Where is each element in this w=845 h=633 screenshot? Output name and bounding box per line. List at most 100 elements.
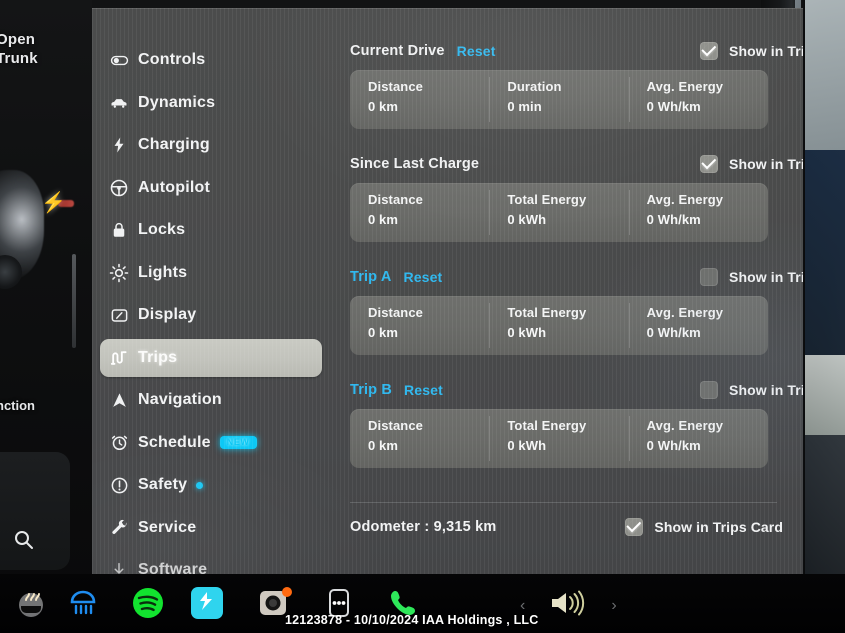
show-in-trips-card-toggle[interactable]: Show in Trips Card: [700, 155, 803, 173]
navigation-arrow-icon: [100, 391, 138, 410]
section-title[interactable]: Trip A: [350, 269, 391, 285]
reset-button[interactable]: Reset: [403, 269, 442, 285]
download-arrow-icon: [100, 561, 138, 574]
stat-label: Distance: [368, 305, 423, 320]
bolt-icon: [100, 136, 138, 154]
display-icon: [100, 306, 138, 325]
show-in-trips-card-toggle[interactable]: Show in Trips Card: [700, 268, 803, 286]
car-icon: [100, 93, 138, 113]
stat-cell: Avg. Energy 0 Wh/km: [628, 296, 768, 355]
trips-icon: [100, 348, 138, 368]
stat-label: Distance: [368, 418, 423, 433]
odometer-show-in-trips-card-toggle[interactable]: Show in Trips Card: [625, 518, 783, 536]
show-in-trips-card-toggle[interactable]: Show in Trips Card: [700, 381, 803, 399]
stat-cell: Distance 0 km: [350, 296, 489, 355]
charge-bolt-icon: ⚡: [41, 192, 66, 214]
section-title[interactable]: Trip B: [350, 382, 392, 398]
stat-cell: Avg. Energy 0 Wh/km: [628, 70, 768, 129]
odometer-divider: [350, 502, 777, 503]
stat-label: Avg. Energy: [646, 192, 724, 207]
reset-button[interactable]: Reset: [457, 43, 496, 59]
checkbox-since-last-charge[interactable]: [700, 155, 718, 173]
sidebar-item-label: Service: [138, 518, 197, 536]
lock-icon: [100, 221, 138, 239]
stat-value: 0 kWh: [507, 438, 547, 453]
sidebar-item-autopilot[interactable]: Autopilot: [100, 169, 322, 207]
stat-label: Distance: [368, 79, 423, 94]
steering-wheel-icon: [100, 178, 138, 198]
checkbox-odometer[interactable]: [625, 518, 644, 536]
settings-sidebar[interactable]: Controls Dynamics Charging Autopilot Locks Li…: [92, 8, 332, 574]
sidebar-item-label: Dynamics: [138, 93, 216, 111]
checkbox-label: Show in Trips Card: [729, 43, 803, 59]
checkbox-label-odometer: Show in Trips Card: [654, 519, 783, 535]
stat-cell: Distance 0 km: [350, 409, 489, 468]
sun-brightness-icon: [100, 263, 138, 283]
sidebar-item-dynamics[interactable]: Dynamics: [100, 84, 322, 122]
stat-value: 0 km: [368, 438, 399, 453]
show-in-trips-card-toggle[interactable]: Show in Trips Card: [700, 42, 803, 60]
chevron-left-icon[interactable]: ‹: [520, 597, 525, 615]
left-scrollbar[interactable]: [72, 254, 76, 348]
media-app-icon[interactable]: [190, 586, 224, 620]
stat-value: 0 km: [368, 325, 399, 340]
stat-value: 0 km: [368, 212, 399, 227]
auction-watermark: 12123878 - 10/10/2024 IAA Holdings , LLC: [285, 613, 539, 627]
sidebar-item-service[interactable]: Service: [100, 509, 322, 547]
alarm-clock-icon: [100, 433, 138, 452]
stat-cell: Total Energy 0 kWh: [489, 183, 628, 242]
sidebar-item-label: Lights: [138, 263, 188, 281]
search-tile[interactable]: [0, 452, 70, 570]
sidebar-item-label: Safety: [138, 476, 188, 493]
trips-content: Current Drive Reset Distance 0 km Duration 0 …: [342, 8, 803, 574]
sidebar-item-controls[interactable]: Controls: [100, 41, 322, 79]
sidebar-item-label: Charging: [138, 136, 210, 153]
sidebar-item-label: Navigation: [138, 391, 222, 408]
stats-card: Distance 0 km Total Energy 0 kWh Avg. Energy…: [350, 409, 768, 468]
stat-label: Avg. Energy: [646, 305, 724, 320]
checkbox-label: Show in Trips Card: [729, 382, 803, 398]
stat-label: Total Energy: [507, 192, 587, 207]
stat-value: 0 Wh/km: [646, 212, 701, 227]
sidebar-item-label: Locks: [138, 221, 186, 238]
checkbox-trip-a[interactable]: [700, 268, 718, 286]
checkbox-trip-b[interactable]: [700, 381, 718, 399]
stat-value: 0 km: [368, 99, 399, 114]
function-label: nction: [0, 398, 35, 413]
sidebar-item-label: Display: [138, 306, 197, 323]
checkbox-label: Show in Trips Card: [729, 156, 803, 172]
stat-cell: Distance 0 km: [350, 70, 489, 129]
sidebar-item-trips[interactable]: Trips: [100, 338, 322, 377]
chevron-right-icon[interactable]: ›: [611, 597, 616, 615]
sidebar-item-label: Trips: [138, 348, 178, 366]
screen-bezel-left: Open Trunk ⚡ nction: [0, 0, 92, 598]
checkbox-current-drive[interactable]: [700, 42, 718, 60]
sidebar-item-display[interactable]: Display: [100, 296, 322, 334]
stat-label: Distance: [368, 192, 423, 207]
spotify-icon[interactable]: [131, 586, 165, 620]
sidebar-item-navigation[interactable]: Navigation: [100, 381, 322, 419]
stat-label: Avg. Energy: [646, 79, 724, 94]
sidebar-item-software[interactable]: Software: [100, 551, 322, 574]
seat-heater-icon[interactable]: [14, 586, 48, 620]
sidebar-item-safety[interactable]: Safety: [100, 466, 322, 504]
stat-value: 0 Wh/km: [646, 438, 701, 453]
sidebar-item-schedule[interactable]: Schedule NEW: [100, 424, 322, 462]
new-badge: NEW: [219, 436, 257, 449]
window-reflection-bottom: [805, 435, 845, 595]
sidebar-item-lights[interactable]: Lights: [100, 254, 322, 292]
search-icon[interactable]: [12, 528, 36, 552]
section-title: Current Drive: [350, 43, 445, 59]
warning-circle-icon: [100, 476, 138, 495]
stat-cell: Distance 0 km: [350, 183, 489, 242]
stat-cell: Avg. Energy 0 Wh/km: [628, 183, 768, 242]
sidebar-item-charging[interactable]: Charging: [100, 126, 322, 164]
sidebar-item-locks[interactable]: Locks: [100, 211, 322, 249]
checkbox-label: Show in Trips Card: [729, 269, 803, 285]
reset-button[interactable]: Reset: [404, 382, 443, 398]
odometer-row: Odometer : 9,315 km Show in Trips Card: [350, 513, 783, 541]
rear-defrost-icon[interactable]: [66, 586, 100, 620]
stat-label: Duration: [507, 79, 562, 94]
open-trunk-label: Open Trunk: [0, 31, 38, 67]
volume-speaker-icon[interactable]: [547, 588, 589, 623]
